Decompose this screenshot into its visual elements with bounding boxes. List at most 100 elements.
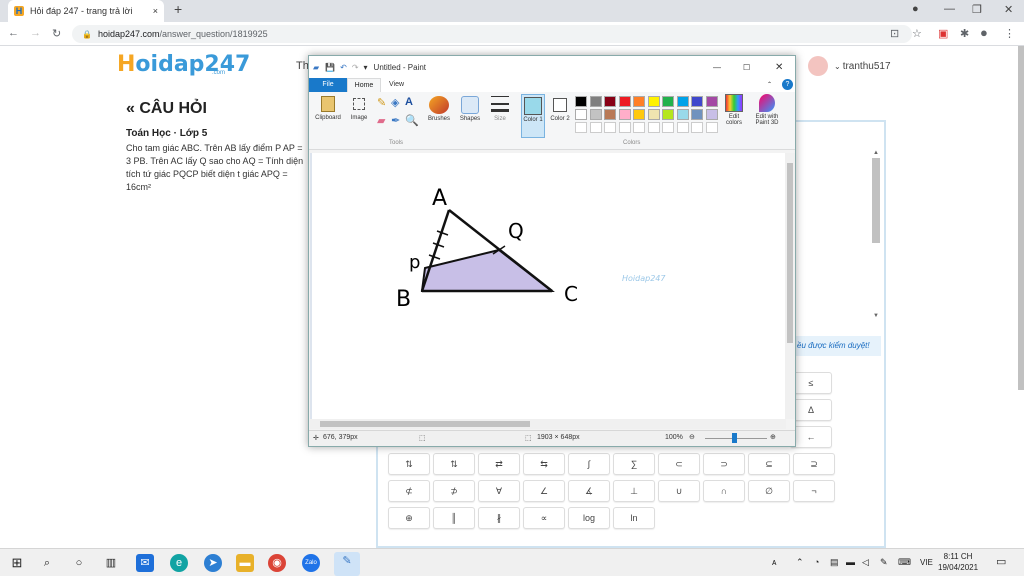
- search-icon[interactable]: ⌕: [38, 554, 56, 572]
- start-icon[interactable]: ⊞: [8, 554, 26, 572]
- palette-empty-swatch[interactable]: [691, 122, 703, 133]
- key-button[interactable]: Δ: [790, 399, 832, 421]
- help-icon[interactable]: ?: [782, 79, 793, 90]
- undo-icon[interactable]: ↶: [340, 63, 347, 72]
- palette-empty-swatch[interactable]: [618, 122, 631, 133]
- people-icon[interactable]: ᴀ: [772, 557, 776, 567]
- cortana-icon[interactable]: ○: [70, 554, 88, 572]
- minimize-icon[interactable]: —: [713, 63, 721, 72]
- text-icon[interactable]: A: [405, 96, 413, 108]
- key-button[interactable]: ∀: [478, 480, 520, 502]
- telegram-icon[interactable]: ➤: [204, 554, 222, 572]
- color-picker-icon[interactable]: ✒: [391, 114, 400, 127]
- palette-empty-swatch[interactable]: [676, 122, 689, 133]
- translate-icon[interactable]: ⊡: [890, 27, 899, 40]
- pencil-icon[interactable]: ✎: [377, 96, 386, 109]
- palette-swatch[interactable]: [589, 96, 602, 107]
- editor-scrollbar[interactable]: [872, 158, 880, 243]
- tab-home[interactable]: Home: [347, 78, 381, 92]
- palette-swatch[interactable]: [676, 96, 689, 107]
- key-button[interactable]: ¬: [793, 480, 835, 502]
- zalo-icon[interactable]: Zalo: [302, 554, 320, 572]
- palette-swatch[interactable]: [662, 109, 674, 120]
- quick-access-icon[interactable]: ▾: [364, 63, 368, 72]
- url-field[interactable]: 🔒 hoidap247.com/answer_question/1819925: [72, 25, 912, 43]
- page-scrollbar[interactable]: [1018, 46, 1024, 390]
- clock[interactable]: 8:11 CH 19/04/2021: [938, 551, 978, 573]
- close-window-icon[interactable]: ✕: [1004, 3, 1013, 16]
- key-button[interactable]: ⇅: [388, 453, 430, 475]
- key-button[interactable]: ∠: [523, 480, 565, 502]
- key-button[interactable]: ⊅: [433, 480, 475, 502]
- maximize-icon[interactable]: ☐: [743, 63, 750, 72]
- palette-empty-swatch[interactable]: [604, 122, 616, 133]
- wifi-icon[interactable]: ◔: [814, 557, 819, 567]
- fill-icon[interactable]: ◈: [391, 96, 399, 109]
- tab-file[interactable]: File: [309, 78, 347, 92]
- battery-icon[interactable]: ▬: [846, 557, 855, 567]
- chrome-icon[interactable]: ◉: [268, 554, 286, 572]
- palette-empty-swatch[interactable]: [589, 122, 602, 133]
- new-tab-button[interactable]: +: [174, 1, 182, 17]
- zoom-slider-thumb[interactable]: [732, 433, 737, 443]
- key-button[interactable]: ∑: [613, 453, 655, 475]
- key-button[interactable]: ∅: [748, 480, 790, 502]
- drawing-canvas[interactable]: A B C p Q Hoidap247: [312, 153, 785, 419]
- palette-empty-swatch[interactable]: [662, 122, 674, 133]
- key-button[interactable]: ⇅: [433, 453, 475, 475]
- minimize-icon[interactable]: —: [944, 3, 955, 15]
- scroll-up-icon[interactable]: ▲: [873, 150, 879, 156]
- save-icon[interactable]: 💾: [325, 63, 335, 72]
- edit-colors-button[interactable]: Edit colors: [721, 94, 747, 126]
- eraser-icon[interactable]: ▰: [377, 114, 385, 127]
- key-button[interactable]: ∫: [568, 453, 610, 475]
- browser-tab[interactable]: H Hỏi đáp 247 - trang trả lời ×: [8, 0, 164, 22]
- key-button[interactable]: ⊃: [703, 453, 745, 475]
- account-icon[interactable]: ●: [980, 25, 988, 40]
- key-button[interactable]: ⇄: [478, 453, 520, 475]
- horizontal-scroll-thumb[interactable]: [320, 421, 530, 427]
- key-button[interactable]: log: [568, 507, 610, 529]
- size-button[interactable]: Size: [489, 96, 511, 122]
- key-button[interactable]: ∝: [523, 507, 565, 529]
- palette-swatch[interactable]: [604, 109, 616, 120]
- key-button[interactable]: ⊥: [613, 480, 655, 502]
- extension-icon[interactable]: ▣: [938, 27, 948, 40]
- keyboard-icon[interactable]: ⌨: [898, 557, 911, 568]
- palette-swatch[interactable]: [575, 96, 587, 107]
- brushes-button[interactable]: Brushes: [425, 96, 453, 122]
- key-button[interactable]: ⊇: [793, 453, 835, 475]
- vertical-scroll-thumb[interactable]: [787, 163, 793, 343]
- profile-dropdown-icon[interactable]: ●: [912, 3, 919, 15]
- key-button[interactable]: ≤: [790, 372, 832, 394]
- magnifier-icon[interactable]: 🔍: [405, 114, 419, 127]
- palette-swatch[interactable]: [705, 109, 718, 120]
- close-icon[interactable]: ✕: [775, 62, 783, 73]
- key-button[interactable]: ∦: [478, 507, 520, 529]
- palette-swatch[interactable]: [662, 96, 674, 107]
- edge-icon[interactable]: e: [170, 554, 188, 572]
- network-icon[interactable]: ▤: [830, 557, 839, 568]
- palette-swatch[interactable]: [633, 96, 645, 107]
- answer-editor[interactable]: [795, 148, 880, 323]
- puzzle-icon[interactable]: ✱: [960, 27, 969, 40]
- palette-swatch[interactable]: [691, 96, 703, 107]
- pen-icon[interactable]: ✎: [880, 557, 888, 568]
- key-button[interactable]: ⊕: [388, 507, 430, 529]
- zoom-out-icon[interactable]: ⊖: [689, 433, 695, 441]
- reload-icon[interactable]: ↻: [52, 27, 61, 40]
- shapes-button[interactable]: Shapes: [457, 96, 483, 122]
- palette-swatch[interactable]: [676, 109, 689, 120]
- forward-icon[interactable]: →: [30, 27, 41, 39]
- back-icon[interactable]: ←: [8, 27, 19, 39]
- palette-swatch[interactable]: [705, 96, 718, 107]
- palette-swatch[interactable]: [575, 109, 587, 120]
- tab-view[interactable]: View: [389, 78, 404, 92]
- notification-icon[interactable]: ▭: [996, 555, 1006, 568]
- palette-empty-swatch[interactable]: [647, 122, 660, 133]
- menu-dots-icon[interactable]: ⋮: [1004, 27, 1015, 40]
- color1-button[interactable]: Color 1: [521, 94, 545, 138]
- palette-swatch[interactable]: [691, 109, 703, 120]
- palette-swatch[interactable]: [618, 96, 631, 107]
- key-button[interactable]: ∪: [658, 480, 700, 502]
